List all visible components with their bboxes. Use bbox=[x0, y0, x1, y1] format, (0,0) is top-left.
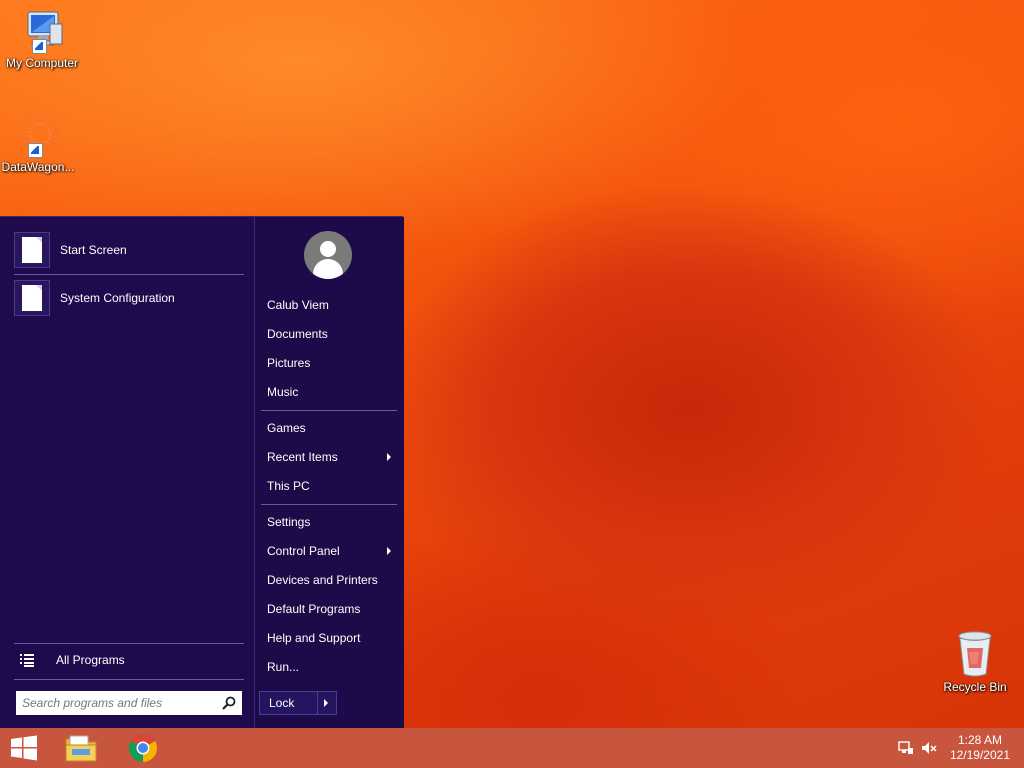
start-menu-left-pane: Start Screen System Configuration All Pr… bbox=[0, 217, 254, 729]
menu-item-label: Documents bbox=[267, 327, 328, 341]
desktop-icon-label: Recycle Bin bbox=[943, 680, 1007, 694]
divider bbox=[261, 504, 397, 505]
divider bbox=[14, 679, 244, 680]
menu-item-user[interactable]: Calub Viem bbox=[261, 292, 397, 318]
all-programs-label: All Programs bbox=[56, 653, 125, 667]
network-icon[interactable] bbox=[898, 740, 914, 756]
document-icon bbox=[14, 280, 50, 316]
desktop-icon-datawagon[interactable]: DataWagon... bbox=[0, 112, 80, 174]
start-menu-right-pane: Calub Viem Documents Pictures Music Game… bbox=[254, 217, 404, 729]
desktop-icon-recycle-bin[interactable]: Recycle Bin bbox=[933, 630, 1017, 694]
document-icon bbox=[14, 232, 50, 268]
speaker-muted-icon[interactable] bbox=[921, 740, 937, 756]
desktop-icon-my-computer[interactable]: My Computer bbox=[0, 10, 84, 70]
all-programs-button[interactable]: All Programs bbox=[14, 648, 244, 672]
menu-item-documents[interactable]: Documents bbox=[261, 321, 397, 347]
divider bbox=[261, 410, 397, 411]
list-icon bbox=[20, 654, 34, 667]
menu-item-label: Control Panel bbox=[267, 544, 340, 558]
pinned-item-label: Start Screen bbox=[60, 243, 127, 257]
menu-item-label: Devices and Printers bbox=[267, 573, 378, 587]
menu-item-this-pc[interactable]: This PC bbox=[261, 473, 397, 499]
menu-item-label: Help and Support bbox=[267, 631, 361, 645]
chevron-right-icon bbox=[387, 453, 391, 461]
lock-label: Lock bbox=[269, 696, 295, 710]
user-avatar[interactable] bbox=[304, 231, 352, 279]
folder-icon bbox=[65, 735, 97, 762]
menu-item-settings[interactable]: Settings bbox=[261, 509, 397, 535]
search-box bbox=[16, 691, 242, 715]
divider bbox=[14, 643, 244, 644]
pinned-item-label: System Configuration bbox=[60, 291, 175, 305]
menu-item-help-support[interactable]: Help and Support bbox=[261, 625, 397, 651]
chrome-icon bbox=[129, 734, 157, 762]
desktop-icon-label: My Computer bbox=[5, 56, 79, 70]
menu-item-games[interactable]: Games bbox=[261, 415, 397, 441]
menu-item-label: Games bbox=[267, 421, 306, 435]
menu-item-recent-items[interactable]: Recent Items bbox=[261, 444, 397, 470]
taskbar: 1:28 AM 12/19/2021 bbox=[0, 728, 1024, 768]
lock-button[interactable]: Lock bbox=[260, 692, 318, 714]
shortcut-arrow-icon bbox=[32, 39, 47, 54]
windows-logo-icon bbox=[11, 735, 37, 761]
divider bbox=[14, 274, 244, 275]
menu-item-label: Default Programs bbox=[267, 602, 361, 616]
menu-item-label: Run... bbox=[267, 660, 300, 674]
menu-item-default-programs[interactable]: Default Programs bbox=[261, 596, 397, 622]
start-button[interactable] bbox=[0, 728, 48, 768]
recycle-bin-icon bbox=[958, 631, 992, 677]
menu-item-label: Recent Items bbox=[267, 450, 338, 464]
power-options-arrow-icon[interactable] bbox=[318, 692, 336, 714]
clock[interactable]: 1:28 AM 12/19/2021 bbox=[950, 733, 1010, 763]
menu-item-music[interactable]: Music bbox=[261, 379, 397, 405]
menu-item-label: Pictures bbox=[267, 356, 311, 370]
lock-button-group: Lock bbox=[259, 691, 337, 715]
menu-item-devices-printers[interactable]: Devices and Printers bbox=[261, 567, 397, 593]
menu-item-run[interactable]: Run... bbox=[261, 654, 397, 680]
menu-item-label: This PC bbox=[267, 479, 310, 493]
menu-item-control-panel[interactable]: Control Panel bbox=[261, 538, 397, 564]
start-menu: Start Screen System Configuration All Pr… bbox=[0, 216, 404, 729]
search-icon[interactable] bbox=[222, 696, 236, 710]
menu-item-label: Music bbox=[267, 385, 299, 399]
pinned-item-start-screen[interactable]: Start Screen bbox=[14, 231, 244, 269]
taskbar-app-file-explorer[interactable] bbox=[57, 728, 105, 768]
user-name: Calub Viem bbox=[267, 298, 329, 312]
shortcut-arrow-icon bbox=[28, 143, 43, 158]
taskbar-app-chrome[interactable] bbox=[119, 728, 167, 768]
menu-item-label: Settings bbox=[267, 515, 311, 529]
desktop-icon-label: DataWagon... bbox=[1, 160, 75, 174]
search-input[interactable] bbox=[20, 695, 214, 711]
clock-date: 12/19/2021 bbox=[949, 748, 1010, 762]
clock-time: 1:28 AM bbox=[957, 733, 1002, 747]
chevron-right-icon bbox=[387, 547, 391, 555]
menu-item-pictures[interactable]: Pictures bbox=[261, 350, 397, 376]
pinned-item-system-configuration[interactable]: System Configuration bbox=[14, 279, 244, 317]
